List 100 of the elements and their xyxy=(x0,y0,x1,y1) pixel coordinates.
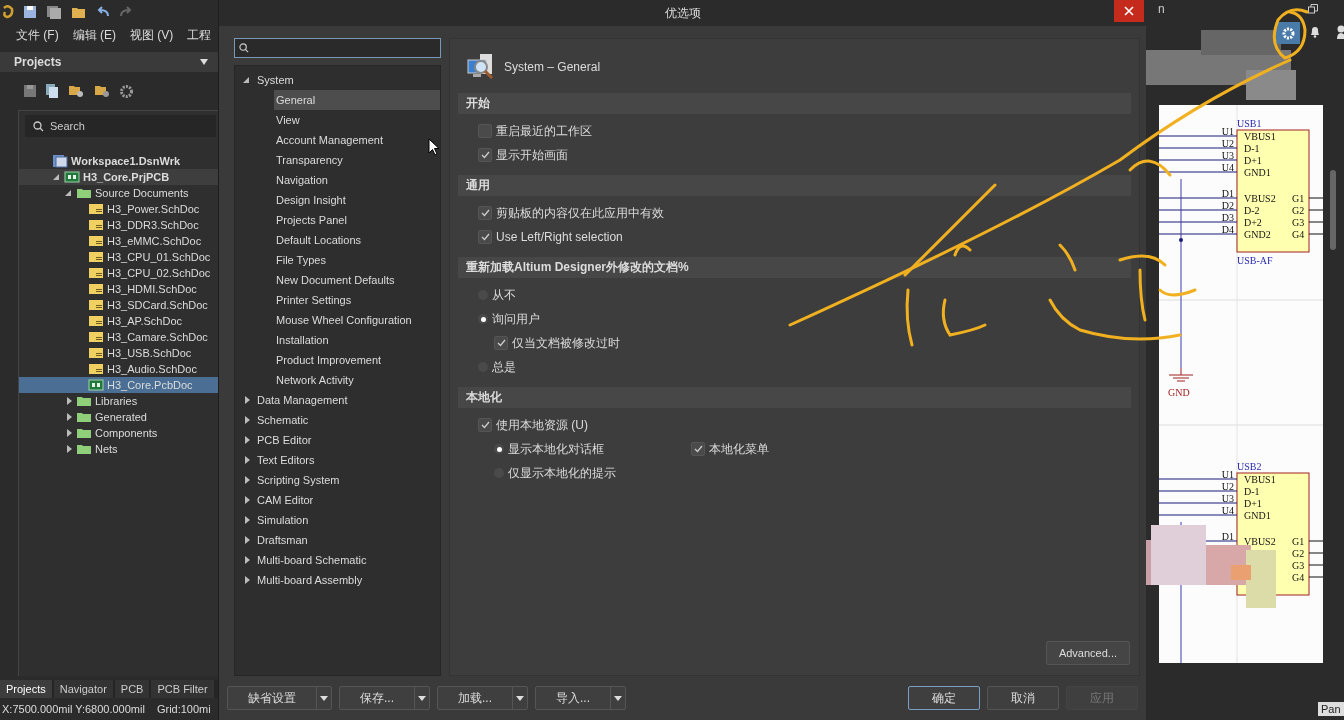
folder-settings-icon[interactable] xyxy=(94,84,110,98)
dialog-button[interactable]: 取消 xyxy=(987,686,1059,710)
tree-item[interactable]: H3_Audio.SchDoc xyxy=(19,361,218,377)
documents-icon[interactable] xyxy=(46,84,58,98)
nav-item[interactable]: Data Management xyxy=(235,390,440,410)
nav-item[interactable]: Projects Panel xyxy=(274,210,440,230)
checkbox[interactable] xyxy=(478,124,492,138)
nav-item[interactable]: Mouse Wheel Configuration xyxy=(274,310,440,330)
component-body[interactable] xyxy=(1236,129,1310,253)
tree-item[interactable]: H3_CPU_01.SchDoc xyxy=(19,249,218,265)
tree-item[interactable]: H3_DDR3.SchDoc xyxy=(19,217,218,233)
expand-arrow-icon[interactable] xyxy=(243,476,251,484)
tree-item[interactable]: H3_HDMI.SchDoc xyxy=(19,281,218,297)
nav-item[interactable]: System xyxy=(235,70,440,90)
panel-tab[interactable]: PCB xyxy=(114,680,150,698)
tree-item[interactable]: Generated xyxy=(19,409,218,425)
tree-item[interactable]: H3_Power.SchDoc xyxy=(19,201,218,217)
expand-arrow-icon[interactable] xyxy=(243,556,251,564)
panel-tab[interactable]: PCB Filter xyxy=(151,680,214,698)
nav-item[interactable]: General xyxy=(274,90,440,110)
save-icon[interactable] xyxy=(23,5,37,19)
dropdown-button[interactable]: 导入... xyxy=(535,686,627,710)
radio-button[interactable] xyxy=(494,444,504,454)
checkbox[interactable] xyxy=(478,418,492,432)
dropdown-button[interactable]: 加载... xyxy=(437,686,529,710)
expand-arrow-icon[interactable] xyxy=(243,456,251,464)
search-box[interactable] xyxy=(234,38,441,58)
tree-item[interactable]: H3_SDCard.SchDoc xyxy=(19,297,218,313)
bell-icon[interactable] xyxy=(1310,26,1320,38)
scrollbar[interactable] xyxy=(1330,170,1336,250)
radio-button[interactable] xyxy=(478,314,488,324)
nav-item[interactable]: Transparency xyxy=(274,150,440,170)
dropdown-button[interactable]: 保存... xyxy=(339,686,430,710)
checkbox[interactable] xyxy=(691,442,705,456)
dropdown-button[interactable]: 缺省设置 xyxy=(227,686,332,710)
expand-arrow-icon[interactable] xyxy=(243,496,251,504)
menu-item[interactable]: 文件 (F) xyxy=(16,26,59,44)
folder-search-icon[interactable] xyxy=(68,84,84,98)
nav-item[interactable]: Draftsman xyxy=(235,530,440,550)
tree-item[interactable]: H3_USB.SchDoc xyxy=(19,345,218,361)
tree-item[interactable]: Source Documents xyxy=(19,185,218,201)
user-icon[interactable] xyxy=(1337,25,1344,39)
advanced-button[interactable]: Advanced... xyxy=(1045,641,1130,665)
close-button[interactable] xyxy=(1114,0,1144,22)
expand-arrow-icon[interactable] xyxy=(243,396,251,404)
nav-item[interactable]: Scripting System xyxy=(235,470,440,490)
expand-arrow-icon[interactable] xyxy=(243,536,251,544)
menu-item[interactable]: 编辑 (E) xyxy=(72,26,116,44)
checkbox[interactable] xyxy=(478,230,492,244)
nav-item[interactable]: Default Locations xyxy=(274,230,440,250)
nav-item[interactable]: Printer Settings xyxy=(274,290,440,310)
tree-item[interactable]: H3_Core.PcbDoc xyxy=(19,377,218,393)
tree-item[interactable]: H3_CPU_02.SchDoc xyxy=(19,265,218,281)
restore-icon[interactable] xyxy=(1308,4,1318,14)
menu-item[interactable]: 视图 (V) xyxy=(130,26,174,44)
nav-item[interactable]: Design Insight xyxy=(274,190,440,210)
tree-item[interactable]: H3_AP.SchDoc xyxy=(19,313,218,329)
dialog-button[interactable]: 确定 xyxy=(908,686,980,710)
nav-item[interactable]: Multi-board Schematic xyxy=(235,550,440,570)
nav-item[interactable]: Multi-board Assembly xyxy=(235,570,440,590)
nav-item[interactable]: Network Activity xyxy=(274,370,440,390)
panels-button[interactable]: Pan xyxy=(1318,702,1344,716)
expand-arrow-icon[interactable] xyxy=(243,416,251,424)
nav-item[interactable]: View xyxy=(274,110,440,130)
search-field[interactable]: Search xyxy=(50,116,216,136)
nav-item[interactable]: Installation xyxy=(274,330,440,350)
tree-item[interactable]: H3_eMMC.SchDoc xyxy=(19,233,218,249)
tree-item[interactable]: Components xyxy=(19,425,218,441)
nav-item[interactable]: New Document Defaults xyxy=(274,270,440,290)
panel-tab[interactable]: Projects xyxy=(0,680,52,698)
expand-arrow-icon[interactable] xyxy=(243,576,251,584)
dropdown-arrow-icon[interactable] xyxy=(200,59,208,65)
app-logo-icon[interactable] xyxy=(2,5,14,19)
panel-tab[interactable]: Navigator xyxy=(53,680,113,698)
expand-arrow-icon[interactable] xyxy=(243,436,251,444)
redo-icon[interactable] xyxy=(119,6,133,18)
nav-item[interactable]: CAM Editor xyxy=(235,490,440,510)
nav-item[interactable]: File Types xyxy=(274,250,440,270)
tree-item[interactable]: Libraries xyxy=(19,393,218,409)
expand-arrow-icon[interactable] xyxy=(243,516,251,524)
folder-icon[interactable] xyxy=(71,5,87,19)
save-all-icon[interactable] xyxy=(46,5,62,19)
menu-item[interactable]: 工程 xyxy=(187,26,212,44)
tree-item[interactable]: H3_Camare.SchDoc xyxy=(19,329,218,345)
nav-item[interactable]: PCB Editor xyxy=(235,430,440,450)
search-box[interactable]: Search xyxy=(25,115,216,137)
checkbox[interactable] xyxy=(478,148,492,162)
nav-item[interactable]: Product Improvement xyxy=(274,350,440,370)
nav-item[interactable]: Schematic xyxy=(235,410,440,430)
tree-item[interactable]: Workspace1.DsnWrk xyxy=(19,153,218,169)
undo-icon[interactable] xyxy=(96,6,110,18)
tree-item[interactable]: H3_Core.PrjPCB xyxy=(19,169,218,185)
checkbox[interactable] xyxy=(494,336,508,350)
settings-icon[interactable] xyxy=(120,84,133,98)
collapse-arrow-icon[interactable] xyxy=(243,76,251,84)
checkbox[interactable] xyxy=(478,206,492,220)
settings-icon[interactable] xyxy=(1276,22,1300,44)
nav-item[interactable]: Navigation xyxy=(274,170,440,190)
nav-item[interactable]: Text Editors xyxy=(235,450,440,470)
nav-item[interactable]: Simulation xyxy=(235,510,440,530)
